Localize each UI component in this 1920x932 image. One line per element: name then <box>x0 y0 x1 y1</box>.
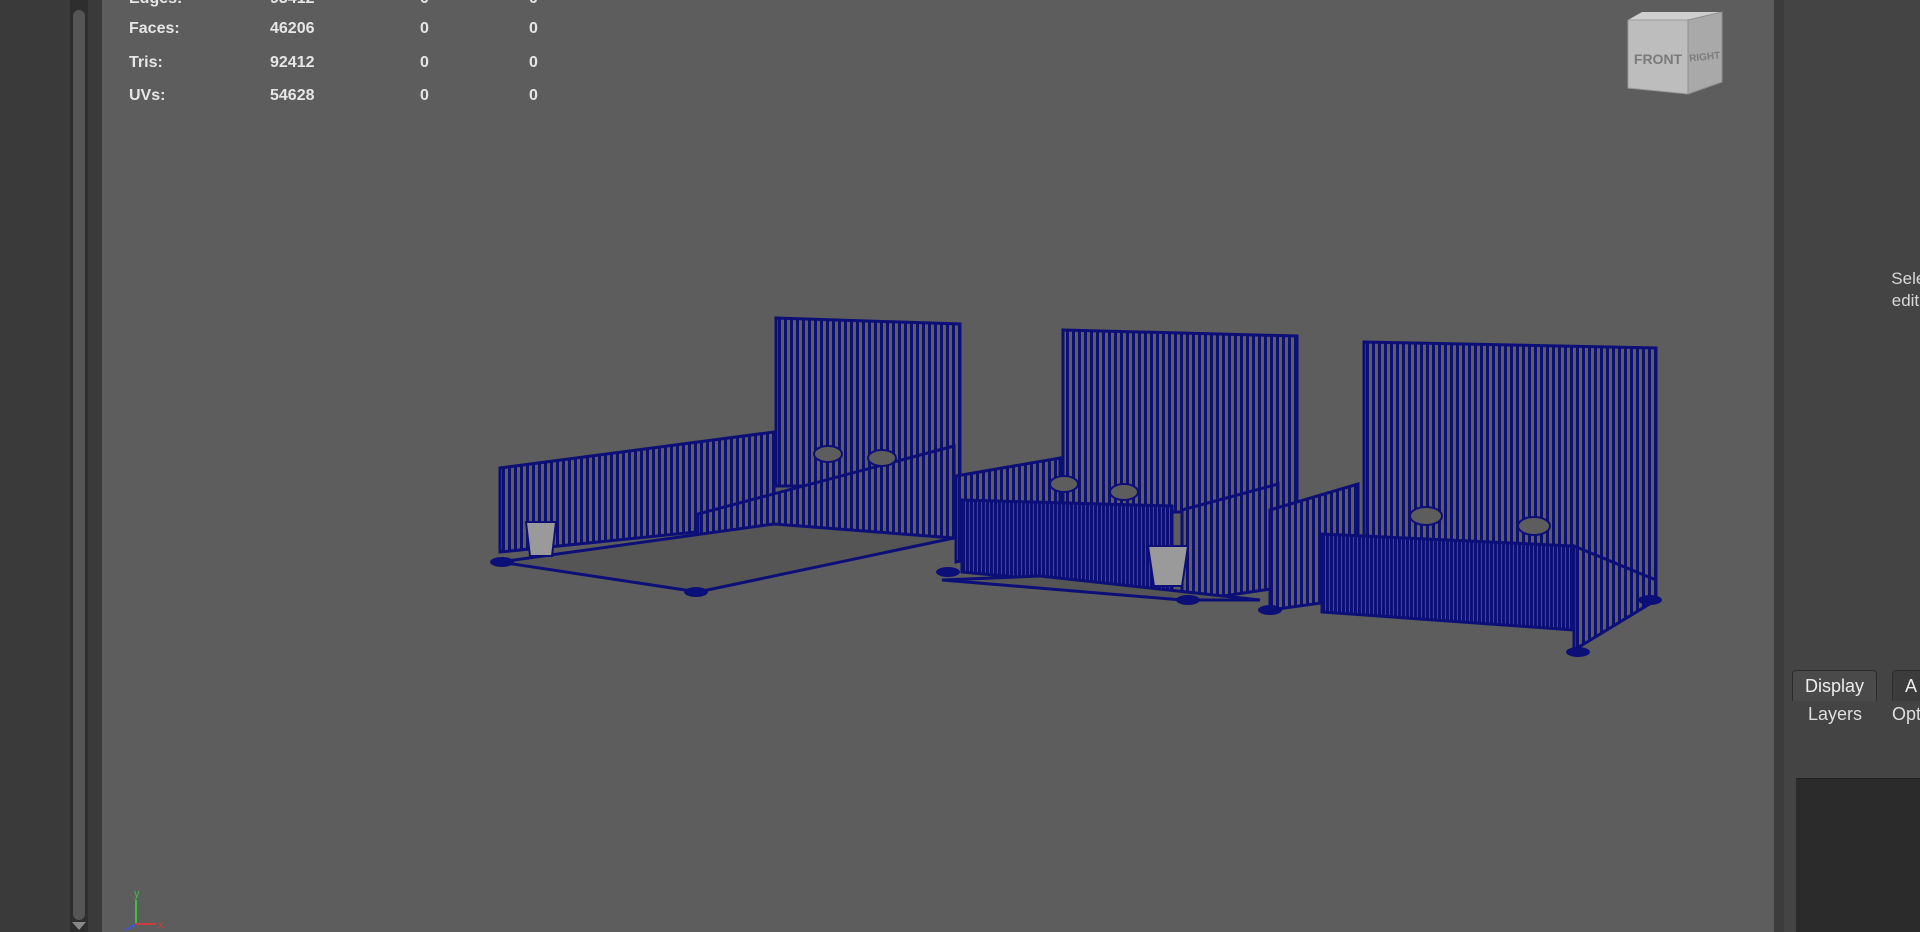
tab-display[interactable]: Display <box>1792 670 1878 701</box>
hud-uvs-extra: 0 <box>529 87 538 104</box>
hud-tris-selected: 0 <box>420 54 429 71</box>
layer-list[interactable] <box>1796 778 1920 932</box>
axis-gizmo-icon: y x <box>125 888 164 931</box>
viewcube-icon[interactable]: FRONT RIGHT <box>1622 8 1732 98</box>
right-side-panel: Select o edit and Display A Layers Opt <box>1784 0 1920 932</box>
hud-edges-selected: 0 <box>420 0 429 8</box>
panel-hint-line-1: Select o <box>1891 269 1920 288</box>
bench-2-backrest[interactable] <box>1061 328 1299 514</box>
hud-faces-selected: 0 <box>420 20 429 37</box>
panel-menu-row: Layers Opt <box>1792 704 1920 734</box>
left-scrollbar-thumb[interactable] <box>73 10 85 920</box>
planter-2[interactable] <box>1146 545 1190 587</box>
axis-y-label: y <box>134 888 140 900</box>
hud-faces-value: 46206 <box>270 20 315 37</box>
panel-hint-line-2: edit and <box>1891 291 1920 310</box>
hud-faces-label: Faces: <box>129 20 180 37</box>
hud-faces-extra: 0 <box>529 20 538 37</box>
hud-uvs-label: UVs: <box>129 87 166 104</box>
hud-tris-extra: 0 <box>529 54 538 71</box>
menu-options[interactable]: Opt <box>1892 704 1920 725</box>
3d-viewport[interactable]: Edges: 93412 0 0 Faces: 46206 0 0 Tris: … <box>102 0 1774 932</box>
hud-uvs-value: 54628 <box>270 87 315 104</box>
hud-edges-label: Edges: <box>129 0 182 8</box>
viewcube-front-label[interactable]: FRONT <box>1634 51 1683 67</box>
tab-second[interactable]: A <box>1892 670 1920 701</box>
hud-uvs-selected: 0 <box>420 87 429 104</box>
hud-edges-value: 93412 <box>270 0 315 8</box>
hud-tris-value: 92412 <box>270 54 315 71</box>
wireframe-mesh[interactable] <box>382 300 1702 680</box>
viewport-splitter[interactable] <box>1774 0 1784 932</box>
axis-x-label: x <box>158 919 164 931</box>
panel-tab-row: Display A <box>1792 670 1920 701</box>
panel-hint-text: Select o edit and <box>1822 268 1920 312</box>
planter-1[interactable] <box>524 521 558 557</box>
scroll-down-arrow-icon[interactable] <box>72 922 86 930</box>
menu-layers[interactable]: Layers <box>1808 704 1862 725</box>
bench-3-seat[interactable] <box>1320 532 1576 632</box>
hud-tris-label: Tris: <box>129 54 163 71</box>
hud-edges-extra: 0 <box>529 0 538 8</box>
